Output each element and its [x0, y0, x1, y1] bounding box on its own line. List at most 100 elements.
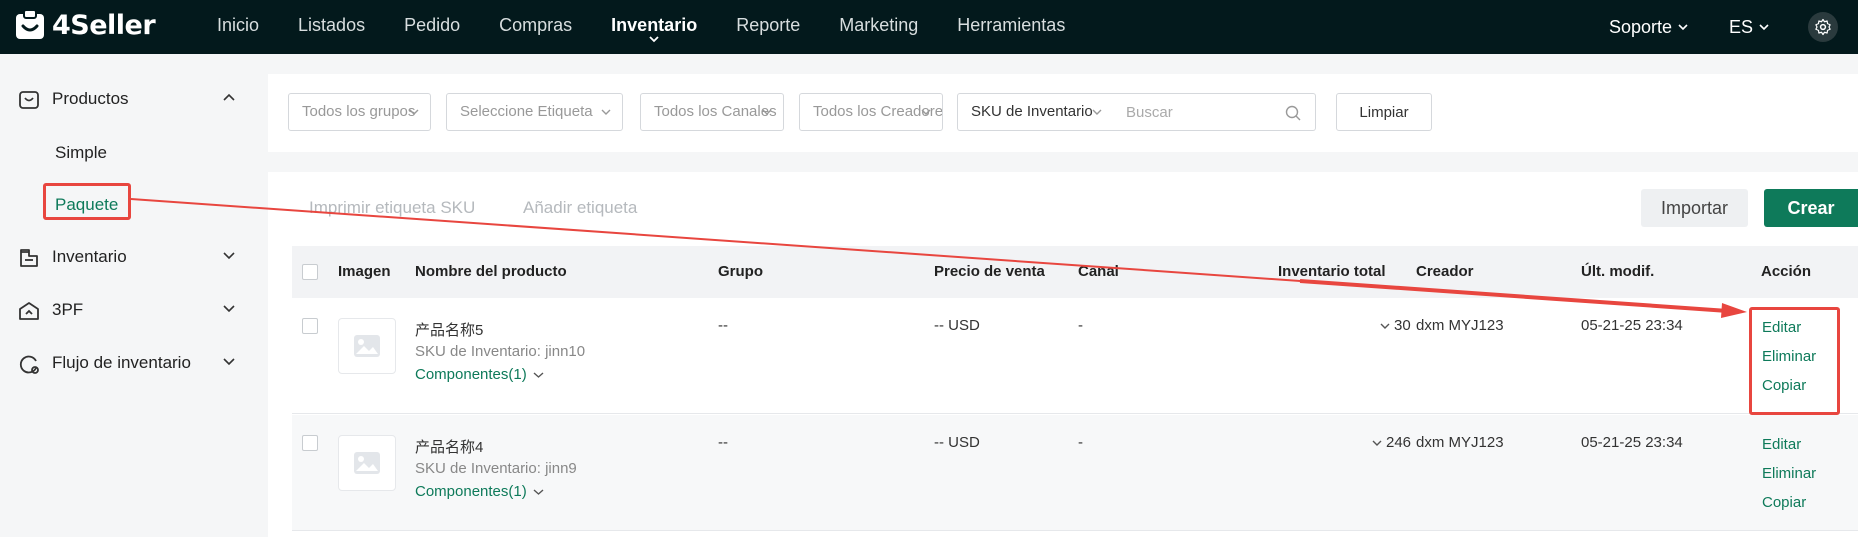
- column-header-action: Acción: [1761, 263, 1812, 280]
- sidebar-group-label: Productos: [52, 89, 129, 108]
- clear-button[interactable]: Limpiar: [1336, 93, 1432, 131]
- sidebar-group-flujo[interactable]: Flujo de inventario: [0, 343, 254, 383]
- column-header-name: Nombre del producto: [415, 263, 567, 280]
- support-label: Soporte: [1609, 16, 1673, 37]
- search-field-value: SKU de Inventario: [971, 103, 1093, 120]
- chevron-down-icon: [1380, 323, 1390, 329]
- chevron-down-icon: [533, 488, 544, 495]
- chevron-up-icon: [223, 93, 235, 101]
- edit-link[interactable]: Editar: [1762, 319, 1801, 336]
- creator-filter-select[interactable]: Todos los Creadores: [799, 93, 943, 131]
- select-all-checkbox[interactable]: [302, 264, 318, 280]
- language-label: ES: [1729, 16, 1754, 37]
- components-toggle[interactable]: Componentes(1): [415, 483, 544, 500]
- image-placeholder-icon: [354, 335, 380, 357]
- chevron-down-icon: [223, 305, 235, 313]
- components-label: Componentes(1): [415, 366, 527, 383]
- chevron-down-icon: [409, 109, 419, 115]
- chevron-down-icon: [223, 358, 235, 366]
- nav-item-herramientas[interactable]: Herramientas: [957, 0, 1065, 54]
- column-header-image: Imagen: [338, 263, 391, 280]
- warehouse-icon: [19, 302, 39, 320]
- product-name: 产品名称5: [415, 322, 484, 339]
- main-nav: Inicio Listados Pedido Compras Inventari…: [217, 0, 1104, 54]
- nav-item-listados[interactable]: Listados: [298, 0, 365, 54]
- column-header-channel: Canal: [1078, 263, 1119, 280]
- settings-button[interactable]: [1808, 12, 1838, 42]
- chevron-down-icon: [1092, 109, 1102, 115]
- sidebar-group-inventario[interactable]: Inventario: [0, 237, 254, 277]
- product-box-icon: [19, 91, 39, 109]
- row-checkbox[interactable]: [302, 435, 318, 451]
- inventory-total[interactable]: 30: [1380, 317, 1411, 334]
- product-group: --: [718, 317, 728, 334]
- inventory-list-icon: [20, 249, 38, 267]
- chevron-down-icon: [533, 371, 544, 378]
- inventory-total-value: 30: [1394, 317, 1411, 334]
- tag-filter-value: Seleccione Etiqueta: [460, 103, 593, 120]
- nav-item-reporte[interactable]: Reporte: [736, 0, 800, 54]
- chevron-down-icon: [762, 109, 772, 115]
- product-channel: -: [1078, 434, 1083, 451]
- nav-item-inventario-label: Inventario: [611, 15, 698, 35]
- column-header-group: Grupo: [718, 263, 763, 280]
- product-image-placeholder: [338, 435, 396, 491]
- channel-filter-value: Todos los Canales: [654, 103, 777, 120]
- product-channel: -: [1078, 317, 1083, 334]
- search-box: [1113, 93, 1316, 131]
- group-filter-select[interactable]: Todos los grupos: [288, 93, 431, 131]
- sidebar-item-simple[interactable]: Simple: [55, 143, 107, 163]
- sidebar-group-label: Flujo de inventario: [52, 353, 191, 372]
- search-input[interactable]: [1126, 94, 1286, 130]
- support-dropdown[interactable]: Soporte: [1609, 0, 1689, 54]
- delete-link[interactable]: Eliminar: [1762, 465, 1816, 482]
- nav-item-marketing[interactable]: Marketing: [839, 0, 918, 54]
- delete-link[interactable]: Eliminar: [1762, 348, 1816, 365]
- nav-item-inventario[interactable]: Inventario: [611, 0, 697, 54]
- sidebar-item-paquete[interactable]: Paquete: [55, 195, 118, 215]
- components-toggle[interactable]: Componentes(1): [415, 366, 544, 383]
- channel-filter-select[interactable]: Todos los Canales: [640, 93, 784, 131]
- sidebar-group-productos[interactable]: Productos: [0, 79, 254, 119]
- search-field-select[interactable]: SKU de Inventario: [957, 93, 1114, 131]
- row-checkbox[interactable]: [302, 318, 318, 334]
- table-header: Imagen Nombre del producto Grupo Precio …: [292, 246, 1858, 298]
- table-row: 产品名称4 SKU de Inventario: jinn9 Component…: [292, 415, 1858, 531]
- components-label: Componentes(1): [415, 483, 527, 500]
- app-logo[interactable]: 4Seller: [14, 9, 156, 41]
- product-list-panel: Imprimir etiqueta SKU Añadir etiqueta Im…: [268, 172, 1858, 537]
- chevron-down-icon: [1678, 24, 1688, 31]
- import-button[interactable]: Importar: [1641, 189, 1748, 227]
- top-navigation-bar: 4Seller Inicio Listados Pedido Compras I…: [0, 0, 1858, 54]
- sidebar-group-3pf[interactable]: 3PF: [0, 290, 254, 330]
- column-header-total: Inventario total: [1278, 263, 1386, 280]
- column-header-modified: Últ. modif.: [1581, 263, 1655, 280]
- product-name: 产品名称4: [415, 439, 484, 456]
- product-modified: 05-21-25 23:34: [1581, 434, 1683, 451]
- copy-link[interactable]: Copiar: [1762, 494, 1806, 511]
- search-icon[interactable]: [1285, 105, 1301, 121]
- product-image-placeholder: [338, 318, 396, 374]
- edit-link[interactable]: Editar: [1762, 436, 1801, 453]
- inventory-total[interactable]: 246: [1372, 434, 1411, 451]
- print-sku-label-button[interactable]: Imprimir etiqueta SKU: [309, 198, 475, 218]
- product-creator: dxm MYJ123: [1416, 317, 1504, 334]
- tag-filter-select[interactable]: Seleccione Etiqueta: [446, 93, 623, 131]
- chevron-down-icon: [921, 109, 931, 115]
- image-placeholder-icon: [354, 452, 380, 474]
- nav-item-compras[interactable]: Compras: [499, 0, 572, 54]
- column-header-creator: Creador: [1416, 263, 1474, 280]
- chevron-down-icon: [223, 252, 235, 260]
- add-tag-button[interactable]: Añadir etiqueta: [523, 198, 637, 218]
- copy-link[interactable]: Copiar: [1762, 377, 1806, 394]
- create-button[interactable]: Crear: [1764, 189, 1858, 227]
- nav-item-pedido[interactable]: Pedido: [404, 0, 460, 54]
- chevron-down-icon: [601, 109, 611, 115]
- flow-icon: [19, 355, 39, 374]
- chevron-down-icon: [1759, 24, 1769, 31]
- chevron-down-icon: [649, 36, 659, 43]
- inventory-total-value: 246: [1386, 434, 1412, 451]
- product-creator: dxm MYJ123: [1416, 434, 1504, 451]
- language-dropdown[interactable]: ES: [1729, 0, 1770, 54]
- nav-item-inicio[interactable]: Inicio: [217, 0, 259, 54]
